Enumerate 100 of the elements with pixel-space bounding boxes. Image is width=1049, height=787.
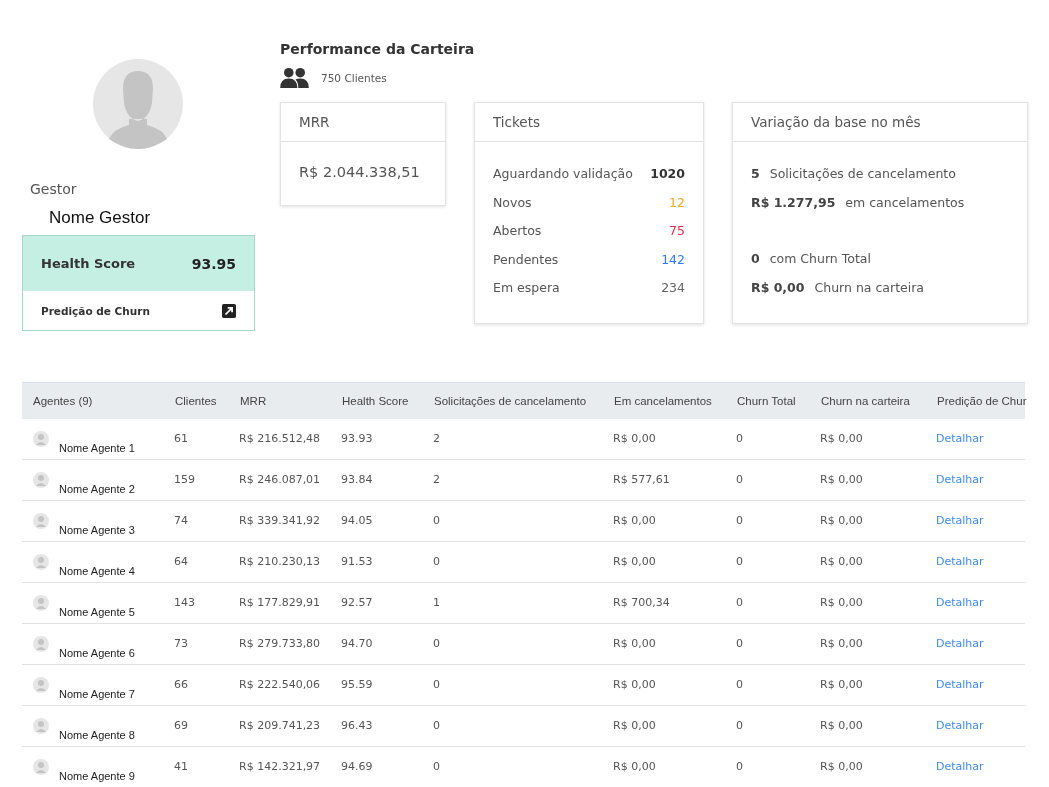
table-cell-text: R$ 700,34 bbox=[612, 595, 671, 611]
table-cell-text: 0 bbox=[735, 554, 744, 570]
column-header: MRR bbox=[239, 395, 268, 407]
table-cell-text: 0 bbox=[735, 636, 744, 652]
table-cell-text: 0 bbox=[735, 431, 744, 447]
health-score-value: 93.95 bbox=[191, 255, 236, 272]
detail-link[interactable]: Detalhar bbox=[927, 542, 1025, 582]
avatar-icon bbox=[33, 554, 49, 570]
table-cell-text: 0 bbox=[735, 513, 744, 529]
table-cell-text: R$ 246.087,01 bbox=[238, 472, 322, 488]
ticket-count: 75 bbox=[669, 223, 685, 240]
table-cell-text: 143 bbox=[173, 595, 196, 611]
table-cell-text: R$ 0,00 bbox=[819, 554, 864, 570]
ticket-label: Novos bbox=[493, 194, 532, 212]
ticket-label: Em espera bbox=[493, 280, 560, 297]
stat-label: em cancelamentos bbox=[845, 194, 965, 212]
table-cell-text: 0 bbox=[432, 554, 441, 570]
table-cell-text: R$ 0,00 bbox=[819, 636, 864, 652]
table-cell-text: 73 bbox=[173, 636, 189, 652]
table-cell-text: 0 bbox=[432, 677, 441, 693]
table-cell-text: 93.93 bbox=[340, 431, 374, 447]
table-cell-text: 0 bbox=[735, 677, 744, 693]
detail-link[interactable]: Detalhar bbox=[927, 583, 1025, 623]
table-cell-text: 0 bbox=[432, 513, 441, 529]
table-cell-text: 1 bbox=[432, 595, 441, 611]
avatar-icon bbox=[33, 472, 49, 488]
mrr-value: R$ 2.044.338,51 bbox=[299, 164, 420, 180]
detail-link[interactable]: Detalhar bbox=[927, 460, 1025, 500]
column-header: Clientes bbox=[174, 395, 218, 407]
table-cell-text: 96.43 bbox=[340, 718, 374, 734]
agent-name: Nome Agente 9 bbox=[59, 770, 136, 782]
table-cell-text: 94.69 bbox=[340, 759, 374, 775]
clients-count: 750 Clientes bbox=[321, 71, 387, 84]
column-header: Agentes (9) bbox=[32, 395, 94, 407]
detail-link[interactable]: Detalhar bbox=[927, 665, 1025, 705]
avatar-icon bbox=[33, 636, 49, 652]
table-cell-text: 0 bbox=[735, 718, 744, 734]
detail-link[interactable]: Detalhar bbox=[927, 747, 1025, 787]
ticket-count: 12 bbox=[669, 194, 685, 212]
table-cell-text: R$ 0,00 bbox=[612, 718, 657, 734]
manager-name: Nome Gestor bbox=[49, 208, 152, 228]
table-cell-text: 41 bbox=[173, 759, 189, 775]
card-title: MRR bbox=[299, 114, 330, 130]
table-cell-text: 2 bbox=[432, 431, 441, 447]
table-cell-text: 94.70 bbox=[340, 636, 374, 652]
detail-link[interactable]: Detalhar bbox=[927, 624, 1025, 664]
table-cell-text: R$ 0,00 bbox=[819, 431, 864, 447]
avatar-icon bbox=[33, 513, 49, 529]
stat-value: 0 bbox=[751, 251, 760, 268]
table-cell-text: R$ 0,00 bbox=[612, 431, 657, 447]
agent-name: Nome Agente 1 bbox=[59, 442, 136, 454]
agent-name: Nome Agente 8 bbox=[59, 729, 136, 741]
table-cell-text: R$ 0,00 bbox=[819, 759, 864, 775]
table-cell-text: R$ 577,61 bbox=[612, 472, 671, 488]
ticket-label: Pendentes bbox=[493, 251, 559, 269]
table-cell-text: R$ 0,00 bbox=[612, 513, 657, 529]
table-cell-text: R$ 0,00 bbox=[612, 554, 657, 570]
section-title: Performance da Carteira bbox=[280, 41, 476, 57]
table-cell-text: 0 bbox=[735, 472, 744, 488]
table-cell-text: R$ 210.230,13 bbox=[238, 554, 322, 570]
table-cell-text: 159 bbox=[173, 472, 196, 488]
column-header: Em cancelamentos bbox=[613, 395, 713, 407]
table-cell-text: R$ 339.341,92 bbox=[238, 513, 322, 529]
table-cell-text: 64 bbox=[173, 554, 189, 570]
ticket-count: 1020 bbox=[650, 166, 685, 183]
stat-label: com Churn Total bbox=[769, 251, 871, 268]
table-cell-text: R$ 0,00 bbox=[819, 677, 864, 693]
agent-name: Nome Agente 7 bbox=[59, 688, 136, 700]
table-cell-text: R$ 0,00 bbox=[612, 677, 657, 693]
ticket-label: Aguardando validação bbox=[493, 166, 633, 183]
detail-link[interactable]: Detalhar bbox=[927, 419, 1025, 459]
avatar-icon bbox=[33, 759, 49, 775]
column-header: Health Score bbox=[341, 395, 410, 407]
stat-label: Solicitações de cancelamento bbox=[769, 166, 956, 183]
avatar-icon bbox=[33, 718, 49, 734]
table-cell-text: 74 bbox=[173, 513, 189, 529]
table-cell-text: 61 bbox=[173, 431, 189, 447]
churn-prediction-link[interactable]: Predição de Churn bbox=[41, 304, 150, 317]
table-cell-text: R$ 0,00 bbox=[819, 472, 864, 488]
stat-label: Churn na carteira bbox=[814, 279, 924, 297]
table-cell-text: R$ 142.321,97 bbox=[238, 759, 322, 775]
table-cell-text: R$ 222.540,06 bbox=[238, 677, 322, 693]
column-header: Churn na carteira bbox=[820, 395, 911, 407]
card-title: Variação da base no mês bbox=[751, 114, 921, 130]
table-cell-text: R$ 279.733,80 bbox=[238, 636, 322, 652]
ticket-count: 234 bbox=[661, 280, 685, 297]
column-header: Churn Total bbox=[736, 395, 797, 407]
stat-value: R$ 0,00 bbox=[751, 279, 805, 297]
table-cell-text: 91.53 bbox=[340, 554, 374, 570]
avatar-icon bbox=[33, 431, 49, 447]
column-header: Solicitações de cancelamento bbox=[433, 395, 588, 407]
external-link-icon[interactable] bbox=[222, 303, 236, 318]
detail-link[interactable]: Detalhar bbox=[927, 706, 1025, 746]
table-cell-text: R$ 0,00 bbox=[612, 759, 657, 775]
table-cell-text: 0 bbox=[432, 718, 441, 734]
table-cell-text: R$ 216.512,48 bbox=[238, 431, 322, 447]
health-score-label: Health Score bbox=[41, 256, 136, 271]
table-cell-text: 66 bbox=[173, 677, 189, 693]
detail-link[interactable]: Detalhar bbox=[927, 501, 1025, 541]
table-cell-text: 94.05 bbox=[340, 513, 374, 529]
